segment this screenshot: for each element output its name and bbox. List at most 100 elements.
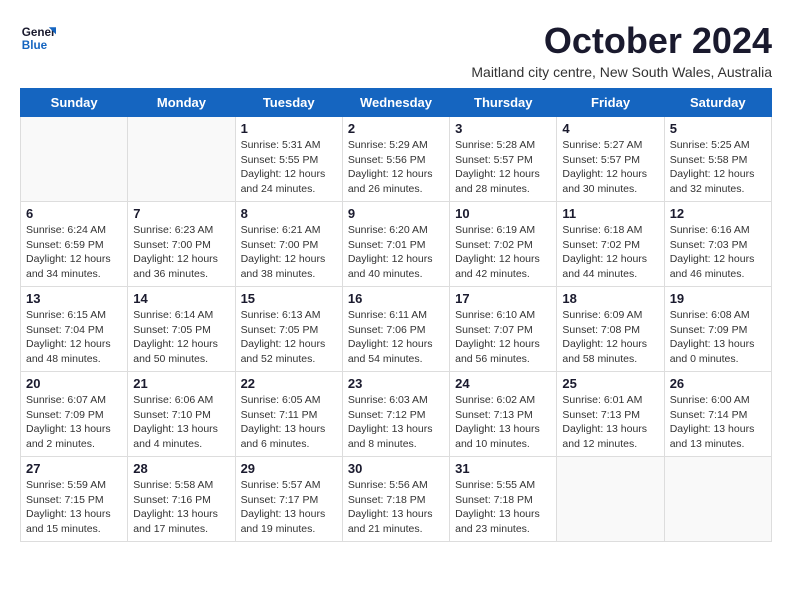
calendar-week-row: 1 Sunrise: 5:31 AM Sunset: 5:55 PM Daylig… [21, 117, 772, 202]
calendar-cell: 14Sunrise: 6:14 AM Sunset: 7:05 PM Dayli… [128, 287, 235, 372]
calendar-cell [664, 457, 771, 542]
calendar-cell [557, 457, 664, 542]
day-info: Sunrise: 5:59 AM Sunset: 7:15 PM Dayligh… [26, 478, 122, 537]
day-number: 1 [241, 121, 337, 136]
logo: General Blue [20, 20, 56, 56]
calendar-cell [21, 117, 128, 202]
day-info: Sunrise: 6:08 AM Sunset: 7:09 PM Dayligh… [670, 308, 766, 367]
calendar-week-row: 20 Sunrise: 6:07 AM Sunset: 7:09 PM Dayli… [21, 372, 772, 457]
day-info: Sunrise: 5:25 AM Sunset: 5:58 PM Dayligh… [670, 138, 766, 197]
calendar-week-row: 6Sunrise: 6:24 AM Sunset: 6:59 PM Daylig… [21, 202, 772, 287]
day-number: 21 [133, 376, 229, 391]
day-number: 9 [348, 206, 444, 221]
calendar-cell: 23Sunrise: 6:03 AM Sunset: 7:12 PM Dayli… [342, 372, 449, 457]
calendar-week-row: 27 Sunrise: 5:59 AM Sunset: 7:15 PM Dayli… [21, 457, 772, 542]
day-header-monday: Monday [128, 89, 235, 117]
day-info: Sunrise: 6:19 AM Sunset: 7:02 PM Dayligh… [455, 223, 551, 282]
calendar-cell: 27 Sunrise: 5:59 AM Sunset: 7:15 PM Dayli… [21, 457, 128, 542]
day-number: 20 [26, 376, 122, 391]
day-info: Sunrise: 6:18 AM Sunset: 7:02 PM Dayligh… [562, 223, 658, 282]
day-number: 12 [670, 206, 766, 221]
day-info: Sunrise: 6:02 AM Sunset: 7:13 PM Dayligh… [455, 393, 551, 452]
day-header-saturday: Saturday [664, 89, 771, 117]
day-number: 4 [562, 121, 658, 136]
day-number: 18 [562, 291, 658, 306]
day-info: Sunrise: 6:06 AM Sunset: 7:10 PM Dayligh… [133, 393, 229, 452]
day-number: 26 [670, 376, 766, 391]
day-info: Sunrise: 6:15 AM Sunset: 7:04 PM Dayligh… [26, 308, 122, 367]
day-number: 27 [26, 461, 122, 476]
day-number: 10 [455, 206, 551, 221]
svg-text:Blue: Blue [22, 39, 48, 52]
calendar-cell: 10 Sunrise: 6:19 AM Sunset: 7:02 PM Dayli… [450, 202, 557, 287]
page-header: General Blue October 2024 Maitland city … [20, 20, 772, 80]
day-info: Sunrise: 5:57 AM Sunset: 7:17 PM Dayligh… [241, 478, 337, 537]
calendar-cell: 22Sunrise: 6:05 AM Sunset: 7:11 PM Dayli… [235, 372, 342, 457]
day-number: 3 [455, 121, 551, 136]
calendar-cell: 24 Sunrise: 6:02 AM Sunset: 7:13 PM Dayli… [450, 372, 557, 457]
calendar-cell: 8 Sunrise: 6:21 AM Sunset: 7:00 PM Daylig… [235, 202, 342, 287]
calendar-cell: 28Sunrise: 5:58 AM Sunset: 7:16 PM Dayli… [128, 457, 235, 542]
day-number: 17 [455, 291, 551, 306]
day-info: Sunrise: 6:24 AM Sunset: 6:59 PM Dayligh… [26, 223, 122, 282]
calendar-cell: 13 Sunrise: 6:15 AM Sunset: 7:04 PM Dayli… [21, 287, 128, 372]
calendar-cell: 6Sunrise: 6:24 AM Sunset: 6:59 PM Daylig… [21, 202, 128, 287]
calendar-cell: 11Sunrise: 6:18 AM Sunset: 7:02 PM Dayli… [557, 202, 664, 287]
day-info: Sunrise: 6:21 AM Sunset: 7:00 PM Dayligh… [241, 223, 337, 282]
calendar-cell: 5 Sunrise: 5:25 AM Sunset: 5:58 PM Daylig… [664, 117, 771, 202]
day-number: 2 [348, 121, 444, 136]
day-header-tuesday: Tuesday [235, 89, 342, 117]
day-info: Sunrise: 5:31 AM Sunset: 5:55 PM Dayligh… [241, 138, 337, 197]
calendar-cell: 9 Sunrise: 6:20 AM Sunset: 7:01 PM Daylig… [342, 202, 449, 287]
calendar-cell: 29 Sunrise: 5:57 AM Sunset: 7:17 PM Dayli… [235, 457, 342, 542]
day-number: 31 [455, 461, 551, 476]
calendar-cell: 2Sunrise: 5:29 AM Sunset: 5:56 PM Daylig… [342, 117, 449, 202]
calendar-cell: 19Sunrise: 6:08 AM Sunset: 7:09 PM Dayli… [664, 287, 771, 372]
calendar-cell: 25Sunrise: 6:01 AM Sunset: 7:13 PM Dayli… [557, 372, 664, 457]
calendar-cell: 3 Sunrise: 5:28 AM Sunset: 5:57 PM Daylig… [450, 117, 557, 202]
day-info: Sunrise: 6:13 AM Sunset: 7:05 PM Dayligh… [241, 308, 337, 367]
day-info: Sunrise: 6:11 AM Sunset: 7:06 PM Dayligh… [348, 308, 444, 367]
calendar-cell [128, 117, 235, 202]
day-number: 7 [133, 206, 229, 221]
calendar-header-row: SundayMondayTuesdayWednesdayThursdayFrid… [21, 89, 772, 117]
day-info: Sunrise: 6:16 AM Sunset: 7:03 PM Dayligh… [670, 223, 766, 282]
day-info: Sunrise: 6:09 AM Sunset: 7:08 PM Dayligh… [562, 308, 658, 367]
day-number: 5 [670, 121, 766, 136]
calendar-cell: 31 Sunrise: 5:55 AM Sunset: 7:18 PM Dayli… [450, 457, 557, 542]
calendar-table: SundayMondayTuesdayWednesdayThursdayFrid… [20, 88, 772, 542]
day-header-sunday: Sunday [21, 89, 128, 117]
calendar-cell: 12 Sunrise: 6:16 AM Sunset: 7:03 PM Dayli… [664, 202, 771, 287]
day-info: Sunrise: 5:56 AM Sunset: 7:18 PM Dayligh… [348, 478, 444, 537]
month-title: October 2024 [471, 20, 772, 62]
logo-icon: General Blue [20, 20, 56, 56]
day-info: Sunrise: 5:28 AM Sunset: 5:57 PM Dayligh… [455, 138, 551, 197]
day-info: Sunrise: 6:20 AM Sunset: 7:01 PM Dayligh… [348, 223, 444, 282]
calendar-cell: 20 Sunrise: 6:07 AM Sunset: 7:09 PM Dayli… [21, 372, 128, 457]
day-info: Sunrise: 6:23 AM Sunset: 7:00 PM Dayligh… [133, 223, 229, 282]
day-number: 28 [133, 461, 229, 476]
day-info: Sunrise: 5:27 AM Sunset: 5:57 PM Dayligh… [562, 138, 658, 197]
calendar-cell: 21 Sunrise: 6:06 AM Sunset: 7:10 PM Dayli… [128, 372, 235, 457]
calendar-cell: 15Sunrise: 6:13 AM Sunset: 7:05 PM Dayli… [235, 287, 342, 372]
calendar-week-row: 13 Sunrise: 6:15 AM Sunset: 7:04 PM Dayli… [21, 287, 772, 372]
day-info: Sunrise: 6:07 AM Sunset: 7:09 PM Dayligh… [26, 393, 122, 452]
calendar-cell: 30 Sunrise: 5:56 AM Sunset: 7:18 PM Dayli… [342, 457, 449, 542]
day-info: Sunrise: 6:05 AM Sunset: 7:11 PM Dayligh… [241, 393, 337, 452]
day-number: 30 [348, 461, 444, 476]
day-header-thursday: Thursday [450, 89, 557, 117]
day-info: Sunrise: 5:55 AM Sunset: 7:18 PM Dayligh… [455, 478, 551, 537]
day-number: 13 [26, 291, 122, 306]
day-info: Sunrise: 6:03 AM Sunset: 7:12 PM Dayligh… [348, 393, 444, 452]
calendar-cell: 26 Sunrise: 6:00 AM Sunset: 7:14 PM Dayli… [664, 372, 771, 457]
title-section: October 2024 Maitland city centre, New S… [471, 20, 772, 80]
calendar-cell: 16Sunrise: 6:11 AM Sunset: 7:06 PM Dayli… [342, 287, 449, 372]
day-number: 24 [455, 376, 551, 391]
day-number: 8 [241, 206, 337, 221]
day-number: 29 [241, 461, 337, 476]
calendar-cell: 4 Sunrise: 5:27 AM Sunset: 5:57 PM Daylig… [557, 117, 664, 202]
day-header-friday: Friday [557, 89, 664, 117]
calendar-cell: 18 Sunrise: 6:09 AM Sunset: 7:08 PM Dayli… [557, 287, 664, 372]
day-number: 25 [562, 376, 658, 391]
day-info: Sunrise: 6:00 AM Sunset: 7:14 PM Dayligh… [670, 393, 766, 452]
